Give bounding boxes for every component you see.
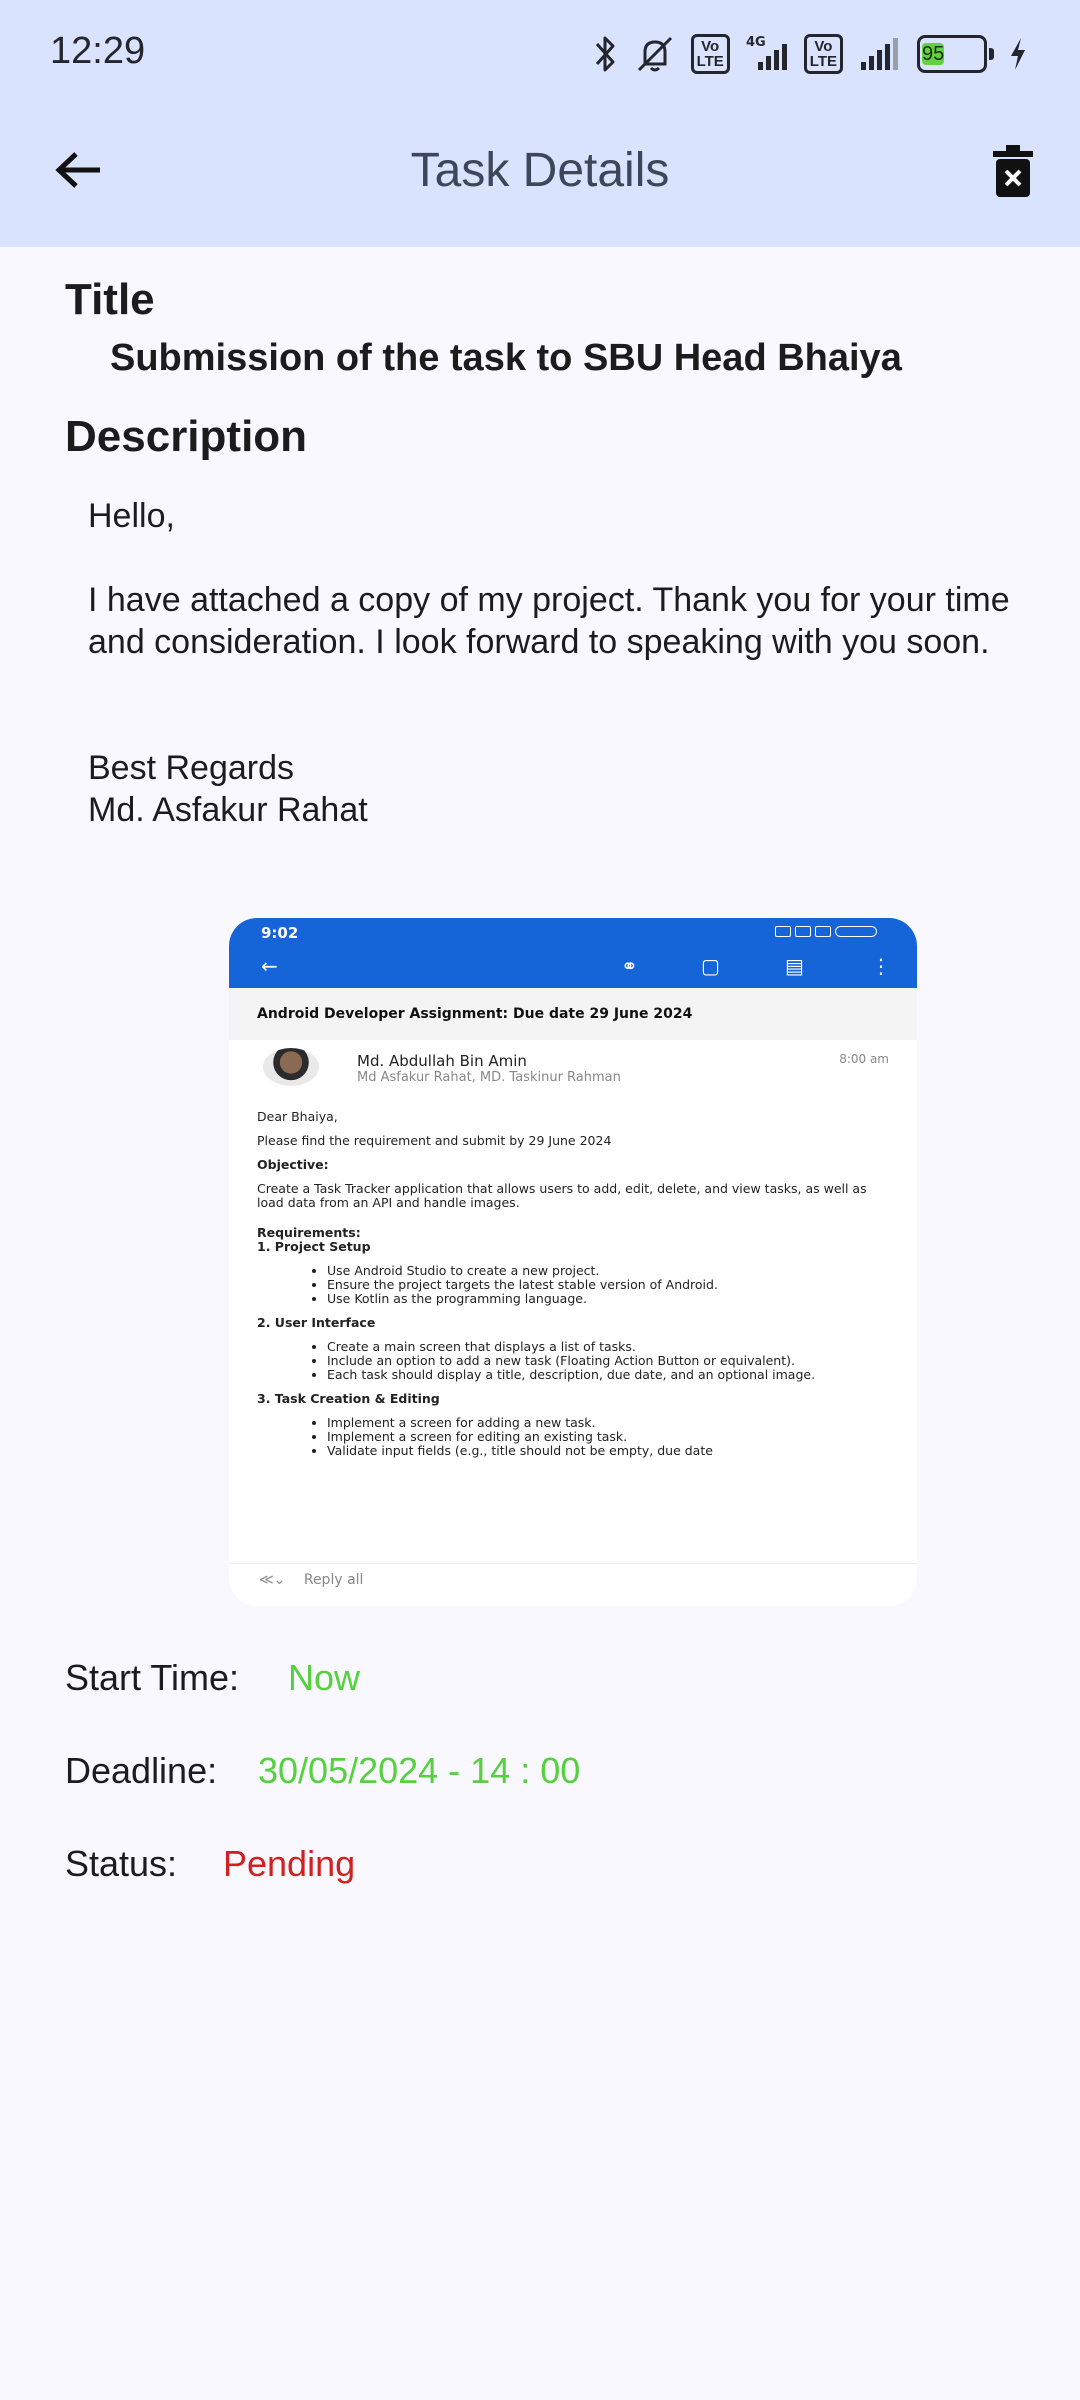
image-archive-icon: ▤ [785, 954, 804, 978]
volte-icon: Vo LTE [690, 34, 730, 74]
image-mic-icon: ⚭ [621, 954, 638, 978]
image-intro: Please find the requirement and submit b… [257, 1133, 612, 1148]
description-label: Description [65, 412, 308, 461]
image-trash-icon: ▢ [701, 954, 720, 978]
list-item: Use Android Studio to create a new proje… [327, 1264, 889, 1278]
image-avatar [263, 1048, 319, 1086]
image-sent-time: 8:00 am [839, 1052, 889, 1066]
image-objective: Create a Task Tracker application that a… [257, 1181, 867, 1210]
task-description: Hello, I have attached a copy of my proj… [88, 495, 1028, 831]
list-item: Each task should display a title, descri… [327, 1368, 889, 1382]
image-greeting: Dear Bhaiya, [257, 1109, 338, 1124]
description-greeting: Hello, [88, 497, 175, 535]
list-item: Use Kotlin as the programming language. [327, 1292, 889, 1306]
image-requirements-label: Requirements: [257, 1225, 361, 1240]
start-time-label: Start Time: [65, 1657, 240, 1698]
silent-icon [633, 34, 677, 74]
delete-button[interactable] [988, 140, 1038, 202]
title-label: Title [65, 275, 155, 324]
description-closing: Best Regards [88, 749, 294, 787]
task-title: Submission of the task to SBU Head Bhaiy… [110, 337, 902, 379]
image-section-2-list: Create a main screen that displays a lis… [257, 1340, 889, 1382]
image-email-body: Dear Bhaiya, Please find the requirement… [229, 1110, 917, 1458]
image-toolbar: ← ⚭ ▢ ▤ ⋮ [229, 944, 917, 988]
image-section-1-list: Use Android Studio to create a new proje… [257, 1264, 889, 1306]
page-title: Task Details [410, 144, 670, 197]
list-item: Include an option to add a new task (Flo… [327, 1354, 889, 1368]
list-item: Validate input fields (e.g., title shoul… [327, 1444, 889, 1458]
list-item: Create a main screen that displays a lis… [327, 1340, 889, 1354]
image-status-bar: 9:02 [229, 918, 917, 944]
image-subject: Android Developer Assignment: Due date 2… [229, 988, 917, 1040]
delete-icon [993, 145, 1033, 197]
battery-level: 95 [922, 43, 945, 65]
signal-icon: 4G [744, 34, 790, 74]
image-back-icon: ← [261, 954, 278, 978]
app-header: 12:29 Vo LTE 4G Vo LTE 95 Task Details [0, 0, 1080, 247]
image-recipients: Md Asfakur Rahat, MD. Taskinur Rahman [357, 1070, 621, 1085]
image-section-1: 1. Project Setup [257, 1239, 371, 1254]
deadline-value: 30/05/2024 - 14 : 00 [258, 1750, 581, 1791]
image-more-icon: ⋮ [871, 954, 891, 978]
image-reply-bar: ≪⌄ Reply all [229, 1563, 917, 1606]
status-value: Pending [223, 1843, 356, 1884]
description-name: Md. Asfakur Rahat [88, 791, 368, 829]
image-sender-row: Md. Abdullah Bin Amin Md Asfakur Rahat, … [229, 1040, 917, 1110]
list-item: Implement a screen for editing an existi… [327, 1430, 889, 1444]
status-label: Status: [65, 1843, 178, 1884]
image-reply-icon: ≪⌄ [259, 1572, 286, 1588]
status-time: 12:29 [50, 30, 146, 72]
task-image[interactable]: 9:02 ← ⚭ ▢ ▤ ⋮ Android Developer Assignm… [229, 918, 917, 1606]
image-reply-label: Reply all [303, 1572, 364, 1588]
signal-icon-2 [857, 34, 903, 74]
battery-icon: 95 [917, 35, 994, 73]
list-item: Implement a screen for adding a new task… [327, 1416, 889, 1430]
image-section-2: 2. User Interface [257, 1315, 376, 1330]
list-item: Ensure the project targets the latest st… [327, 1278, 889, 1292]
image-status-time: 9:02 [261, 924, 299, 942]
bluetooth-icon [593, 34, 619, 74]
image-objective-label: Objective: [257, 1157, 329, 1172]
description-body: I have attached a copy of my project. Th… [88, 581, 1010, 661]
volte-icon-2: Vo LTE [803, 34, 843, 74]
image-sender: Md. Abdullah Bin Amin [357, 1052, 527, 1070]
deadline-label: Deadline: [65, 1750, 218, 1791]
image-section-3: 3. Task Creation & Editing [257, 1391, 440, 1406]
image-section-3-list: Implement a screen for adding a new task… [257, 1416, 889, 1458]
charging-icon [1008, 36, 1028, 72]
svg-text:4G: 4G [746, 35, 766, 50]
start-time-value: Now [288, 1657, 361, 1698]
status-icons: Vo LTE 4G Vo LTE 95 [593, 30, 1028, 78]
